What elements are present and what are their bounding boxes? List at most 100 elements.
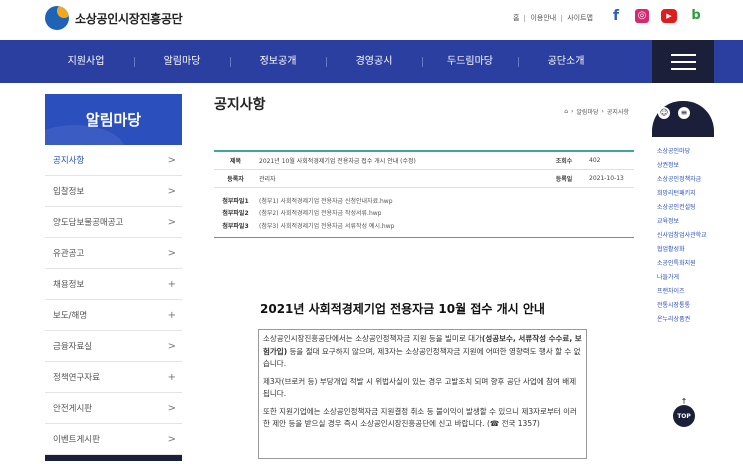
nav-item-dodream[interactable]: 두드림마당 bbox=[422, 40, 519, 83]
instagram-icon[interactable]: ◎ bbox=[635, 9, 649, 23]
document-title: 2021년 사회적경제기업 전용자금 10월 접수 개시 안내 bbox=[260, 302, 545, 316]
board-title-row: 제목 2021년 10월 사회적경제기업 전용자금 접수 개시 안내 (수정) … bbox=[214, 152, 634, 170]
plus-icon: + bbox=[167, 371, 176, 383]
sidebar-item[interactable]: 공지사항 > bbox=[45, 145, 182, 176]
attachment-link[interactable]: (첨부3) 사회적경제기업 전용자금 서류작성 예시.hwp bbox=[257, 221, 394, 230]
sidebar-item[interactable]: 정책연구자료 + bbox=[45, 362, 182, 393]
quick-menu-item[interactable]: 소상공인컨설팅 bbox=[652, 201, 714, 215]
breadcrumb-item[interactable]: 알림마당 bbox=[576, 107, 598, 116]
sitemap-link[interactable]: 사이트맵 bbox=[567, 13, 593, 23]
quick-menu-item[interactable]: 희망리턴패키지 bbox=[652, 187, 714, 201]
notice-text: 등을 절대 요구하지 않으며, 제3자는 소상공인정책자금 지원에 어떠한 영향… bbox=[263, 346, 581, 369]
attachment-row: 첨부파일3 (첨부3) 사회적경제기업 전용자금 서류작성 예시.hwp bbox=[214, 219, 634, 232]
menu-bar bbox=[671, 61, 696, 63]
quick-menu-item[interactable]: 협업활성화 bbox=[652, 243, 714, 257]
notice-box: 소상공인시장진흥공단에서는 소상공인정책자금 지원 등을 빌미로 대가(성공보수… bbox=[258, 329, 587, 459]
youtube-icon[interactable]: ▶ bbox=[661, 9, 677, 23]
home-icon[interactable]: ⌂ bbox=[564, 108, 568, 115]
quick-menu-header: ☺ ≡ bbox=[652, 101, 714, 137]
guide-link[interactable]: 이용안내 bbox=[530, 13, 556, 23]
nav-item-support[interactable]: 지원사업 bbox=[38, 40, 135, 83]
nav-item-management[interactable]: 경영공시 bbox=[326, 40, 423, 83]
attachment-label: 첨부파일1 bbox=[222, 197, 249, 205]
breadcrumb-sep: › bbox=[571, 108, 574, 115]
facebook-icon[interactable]: f bbox=[609, 9, 623, 23]
top-button[interactable]: TOP bbox=[673, 405, 695, 427]
nav-item-disclosure[interactable]: 정보공개 bbox=[230, 40, 327, 83]
nav-item-about[interactable]: 공단소개 bbox=[518, 40, 614, 83]
quick-menu-item[interactable]: 교육정보 bbox=[652, 215, 714, 229]
chat-icon[interactable]: ≡ bbox=[678, 107, 690, 119]
sidebar-item[interactable]: 안전게시판 > bbox=[45, 393, 182, 424]
plus-icon: + bbox=[167, 309, 176, 321]
chevron-right-icon: > bbox=[167, 402, 176, 414]
board-meta-row: 등록자 관리자 등록일 2021-10-13 bbox=[214, 170, 634, 188]
sidebar-item-label: 안전게시판 bbox=[53, 404, 93, 414]
attachment-row: 첨부파일2 (첨부2) 사회적경제기업 전용자금 작성서류.hwp bbox=[214, 207, 634, 220]
quick-menu-item[interactable]: 신사업창업사관학교 bbox=[652, 229, 714, 243]
quick-menu-item[interactable]: 소상공인마당 bbox=[652, 145, 714, 159]
main-nav: 지원사업 알림마당 정보공개 경영공시 두드림마당 공단소개 bbox=[0, 40, 743, 83]
utility-links: 홈 이용안내 사이트맵 bbox=[513, 13, 593, 23]
sidebar-item[interactable]: 양도담보물공매공고 > bbox=[45, 207, 182, 238]
attachment-label: 첨부파일3 bbox=[222, 222, 249, 230]
notice-paragraph: 소상공인시장진흥공단에서는 소상공인정책자금 지원 등을 빌미로 대가(성공보수… bbox=[263, 333, 582, 371]
chevron-right-icon: > bbox=[167, 185, 176, 197]
sidebar-item[interactable]: 유관공고 > bbox=[45, 238, 182, 269]
attachment-link[interactable]: (첨부2) 사회적경제기업 전용자금 작성서류.hwp bbox=[257, 208, 382, 217]
quick-menu-item[interactable]: 상권정보 bbox=[652, 159, 714, 173]
attachment-link[interactable]: (첨부1) 사회적경제기업 전용자금 신청안내자료.hwp bbox=[257, 196, 393, 205]
menu-bar bbox=[671, 54, 696, 56]
nav-item-notice[interactable]: 알림마당 bbox=[134, 40, 231, 83]
chevron-right-icon: > bbox=[167, 433, 176, 445]
sidebar-item-label: 입찰정보 bbox=[53, 187, 85, 197]
chevron-right-icon: > bbox=[167, 154, 176, 166]
logo-icon bbox=[45, 6, 69, 30]
sidebar-item-label: 유관공고 bbox=[53, 249, 85, 259]
chevron-right-icon: > bbox=[167, 247, 176, 259]
top-header: 소상공인시장진흥공단 홈 이용안내 사이트맵 f ◎ ▶ b bbox=[0, 0, 743, 40]
chevron-right-icon: > bbox=[167, 216, 176, 228]
sidebar-item[interactable]: 채용정보 + bbox=[45, 269, 182, 300]
quick-menu-item[interactable]: 소상공인정책자금 bbox=[652, 173, 714, 187]
title-value: 2021년 10월 사회적경제기업 전용자금 접수 개시 안내 (수정) bbox=[259, 158, 416, 165]
quick-menu-item[interactable]: 프랜차이즈 bbox=[652, 285, 714, 299]
blog-icon[interactable]: b bbox=[689, 9, 703, 23]
views-label: 조회수 bbox=[555, 158, 573, 165]
quick-menu: ☺ ≡ 소상공인마당 상권정보 소상공인정책자금 희망리턴패키지 소상공인컨설팅 교육정보… bbox=[652, 101, 714, 327]
sns-links: f ◎ ▶ b bbox=[609, 9, 703, 23]
accessibility-icon[interactable]: ☺ bbox=[658, 107, 670, 119]
quick-menu-item[interactable]: 나들가게 bbox=[652, 271, 714, 285]
title-label: 제목 bbox=[229, 158, 242, 165]
sidebar-item[interactable]: 이벤트게시판 > bbox=[45, 424, 182, 455]
board-view: 제목 2021년 10월 사회적경제기업 전용자금 접수 개시 안내 (수정) … bbox=[214, 150, 634, 238]
sidebar-item[interactable]: 입찰정보 > bbox=[45, 176, 182, 207]
menu-icon[interactable] bbox=[652, 40, 714, 83]
attachment-row: 첨부파일1 (첨부1) 사회적경제기업 전용자금 신청안내자료.hwp bbox=[214, 194, 634, 207]
sidebar-item-label: 정책연구자료 bbox=[53, 373, 100, 383]
breadcrumb-item[interactable]: 공지사항 bbox=[607, 107, 629, 116]
menu-bar bbox=[671, 68, 696, 70]
attachment-label: 첨부파일2 bbox=[222, 210, 249, 218]
quick-menu-item[interactable]: 온누리상품권 bbox=[652, 313, 714, 327]
home-link[interactable]: 홈 bbox=[513, 13, 519, 23]
sidebar-title: 알림마당 bbox=[45, 94, 182, 145]
breadcrumb-sep: › bbox=[601, 108, 604, 115]
site-logo[interactable]: 소상공인시장진흥공단 bbox=[45, 6, 183, 30]
sidebar-item-label: 양도담보물공매공고 bbox=[53, 218, 124, 228]
quick-menu-item[interactable]: 전통시장통통 bbox=[652, 299, 714, 313]
author-label: 등록자 bbox=[227, 176, 244, 183]
sidebar-item-label: 금융자료실 bbox=[53, 342, 93, 352]
breadcrumb: ⌂ › 알림마당 › 공지사항 bbox=[564, 107, 629, 116]
date-label: 등록일 bbox=[555, 176, 573, 183]
author-value: 관리자 bbox=[259, 176, 276, 183]
sidebar-item[interactable]: 금융자료실 > bbox=[45, 331, 182, 362]
sidebar-item[interactable]: 보도/해명 + bbox=[45, 300, 182, 331]
notice-paragraph: 또한 지원기업에는 소상공인정책자금 지원결정 취소 등 불이익이 발생할 수 … bbox=[263, 406, 577, 429]
org-name: 소상공인시장진흥공단 bbox=[75, 11, 183, 26]
sidebar-item-label: 공지사항 bbox=[53, 156, 85, 166]
quick-menu-item[interactable]: 소공인특화지원 bbox=[652, 257, 714, 271]
main-content: 공지사항 ⌂ › 알림마당 › 공지사항 제목 2021년 10월 사회적경제기… bbox=[214, 94, 634, 459]
sidebar-item-label: 채용정보 bbox=[53, 280, 85, 290]
sidebar-item-label: 보도/해명 bbox=[53, 311, 88, 321]
